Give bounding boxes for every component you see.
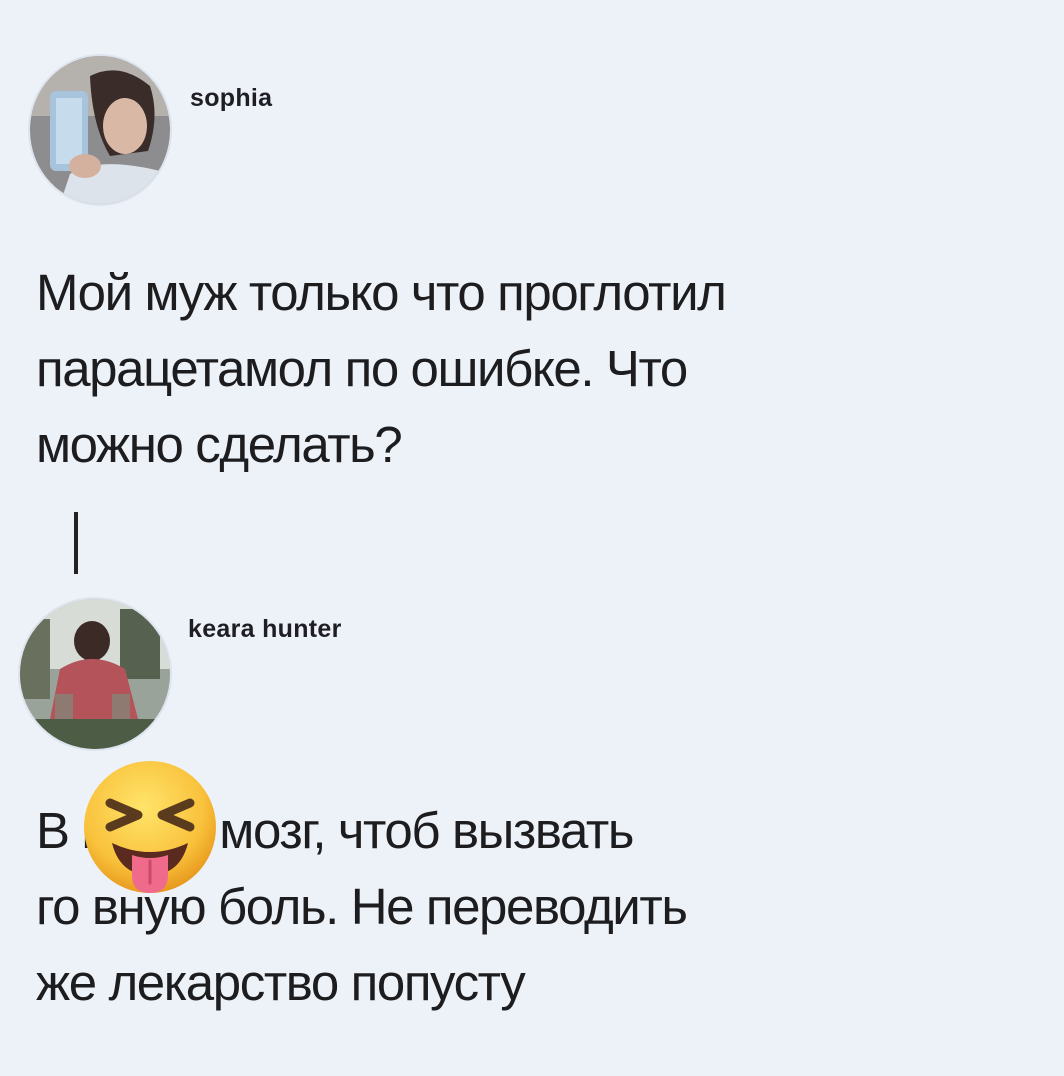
squinting-face-with-tongue-emoji-icon	[80, 757, 220, 897]
sophia-avatar[interactable]	[28, 54, 172, 206]
post-author-username[interactable]: sophia	[190, 84, 272, 113]
reply-author-username[interactable]: keara hunter	[188, 615, 342, 644]
keara-hunter-avatar[interactable]	[18, 597, 172, 751]
reply-text-line: же лекарство попусту	[36, 954, 526, 1011]
profile-photo-icon	[20, 599, 170, 749]
post-text-line: можно сделать?	[36, 416, 403, 473]
post-text: Мой муж только что проглотил парацетамол…	[36, 255, 727, 483]
post-text-line: Мой муж только что проглотил	[36, 264, 727, 321]
thread-connector-line	[74, 512, 78, 574]
post-text-line: парацетамол по ошибке. Что	[36, 340, 688, 397]
profile-photo-icon	[30, 56, 170, 204]
